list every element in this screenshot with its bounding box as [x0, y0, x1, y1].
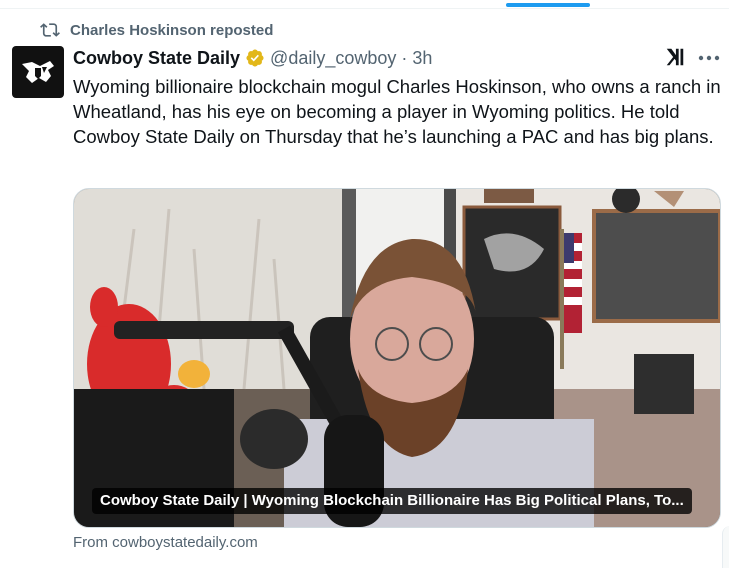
tweet-header: Cowboy State Daily @daily_cowboy · 3h: [73, 46, 432, 70]
post-view: Charles Hoskinson reposted Cowboy State …: [0, 0, 729, 568]
top-tab-strip: [0, 0, 729, 9]
link-card-media[interactable]: Cowboy State Daily | Wyoming Blockchain …: [73, 188, 721, 528]
tweet-text: Wyoming billionaire blockchain mogul Cha…: [73, 76, 721, 147]
author-handle[interactable]: @daily_cowboy: [270, 48, 396, 69]
repost-label: Charles Hoskinson reposted: [70, 21, 274, 39]
active-tab-indicator: [506, 3, 590, 7]
gold-verified-icon[interactable]: [245, 48, 265, 68]
repost-context[interactable]: Charles Hoskinson reposted: [40, 20, 273, 40]
repost-icon: [40, 23, 60, 37]
cowboy-state-daily-logo: [22, 61, 54, 83]
grok-icon[interactable]: [664, 46, 686, 68]
source-link[interactable]: From cowboystatedaily.com: [73, 534, 258, 551]
video-thumbnail-image: [74, 189, 720, 527]
author-avatar[interactable]: [12, 46, 64, 98]
separator-dot: ·: [401, 47, 408, 68]
media-caption[interactable]: Cowboy State Daily | Wyoming Blockchain …: [92, 488, 692, 514]
timestamp[interactable]: 3h: [412, 48, 432, 69]
more-options-icon[interactable]: [698, 55, 720, 61]
scroll-edge: [722, 526, 729, 568]
author-name[interactable]: Cowboy State Daily: [73, 48, 240, 69]
